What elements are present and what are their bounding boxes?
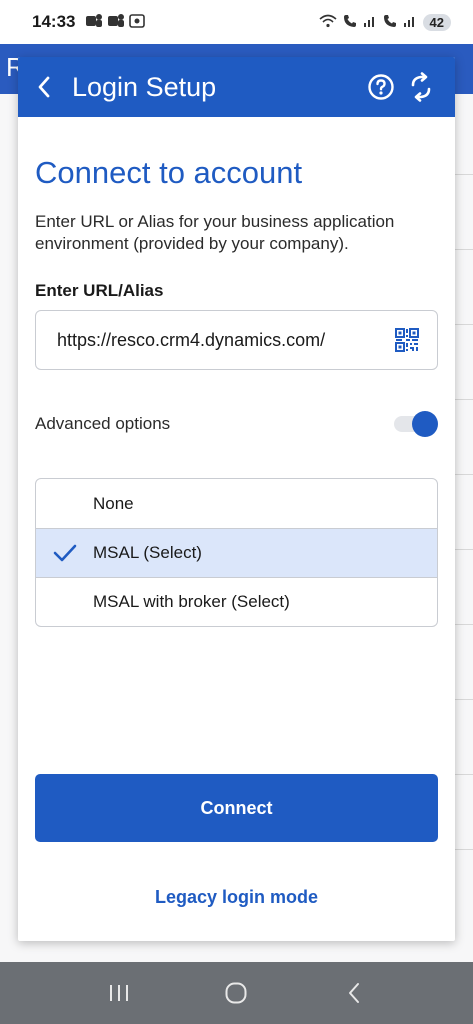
auth-option-msal[interactable]: MSAL (Select) <box>36 528 437 577</box>
auth-options-list: None MSAL (Select) MSAL with broker (Sel… <box>35 478 438 627</box>
qr-scan-button[interactable] <box>393 326 421 354</box>
option-label: MSAL with broker (Select) <box>93 592 290 611</box>
back-nav-button[interactable] <box>334 973 374 1013</box>
background-divider <box>455 774 473 775</box>
background-divider <box>455 174 473 175</box>
status-left: 14:33 <box>32 12 146 32</box>
qr-code-icon <box>395 328 419 352</box>
home-button[interactable] <box>216 973 256 1013</box>
sync-icon <box>411 72 431 102</box>
screenshot-icon <box>129 13 146 32</box>
advanced-options-label: Advanced options <box>35 414 171 433</box>
connect-button[interactable]: Connect <box>35 774 438 842</box>
teams-icon <box>107 13 125 32</box>
auth-option-none[interactable]: None <box>36 479 437 528</box>
help-button[interactable] <box>361 67 401 107</box>
login-setup-dialog: Login Setup Connect to account Enter URL… <box>18 57 455 941</box>
help-icon <box>368 74 394 100</box>
background-divider <box>455 399 473 400</box>
toggle-thumb <box>412 411 438 437</box>
home-icon <box>225 982 247 1004</box>
url-field-label: Enter URL/Alias <box>35 281 164 300</box>
background-divider <box>455 849 473 850</box>
wifi-icon <box>319 14 337 31</box>
notification-icons <box>85 13 146 32</box>
recent-apps-button[interactable] <box>99 973 139 1013</box>
dialog-header: Login Setup <box>18 57 455 117</box>
background-divider <box>455 324 473 325</box>
recent-apps-icon <box>109 985 128 1001</box>
navigation-bar <box>0 962 473 1024</box>
back-arrow-icon <box>349 983 360 1003</box>
url-field <box>35 310 438 370</box>
call-icon <box>383 14 397 31</box>
status-time: 14:33 <box>32 12 76 31</box>
sync-button[interactable] <box>401 67 441 107</box>
check-slot <box>36 544 93 562</box>
chevron-left-icon <box>38 76 50 98</box>
page-heading: Connect to account <box>35 155 303 190</box>
signal-icon <box>363 14 377 31</box>
advanced-options-toggle[interactable] <box>392 411 438 437</box>
status-bar: 14:33 42 <box>0 0 473 44</box>
auth-option-msal-broker[interactable]: MSAL with broker (Select) <box>36 577 437 626</box>
option-label: MSAL (Select) <box>93 543 202 562</box>
screen: 14:33 42 R Login Setup Connect to accoun… <box>0 0 473 1024</box>
battery-badge: 42 <box>422 13 451 31</box>
call-icon <box>343 14 357 31</box>
background-divider <box>455 624 473 625</box>
background-divider <box>455 474 473 475</box>
dialog-body: Connect to account Enter URL or Alias fo… <box>18 155 455 627</box>
option-label: None <box>93 493 134 513</box>
url-input[interactable] <box>57 329 393 351</box>
teams-icon <box>85 13 103 32</box>
description-text: Enter URL or Alias for your business app… <box>35 212 395 253</box>
back-button[interactable] <box>32 67 56 107</box>
signal-icon <box>403 14 417 31</box>
dialog-title: Login Setup <box>72 71 217 102</box>
background-divider <box>455 699 473 700</box>
background-divider <box>455 549 473 550</box>
legacy-login-link[interactable]: Legacy login mode <box>18 887 455 908</box>
advanced-options-row: Advanced options <box>35 410 438 438</box>
background-divider <box>455 249 473 250</box>
status-right: 42 <box>319 13 451 31</box>
checkmark-icon <box>53 544 76 562</box>
